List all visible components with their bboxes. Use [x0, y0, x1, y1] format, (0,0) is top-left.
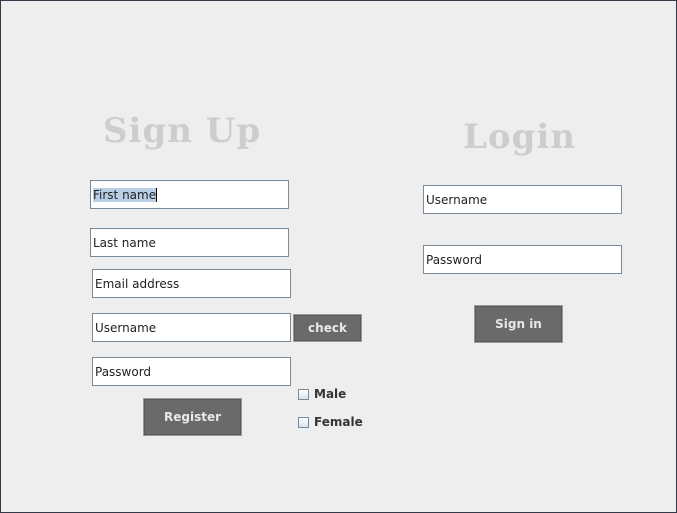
first-name-input[interactable]: First name	[90, 180, 289, 209]
check-username-button[interactable]: check	[293, 314, 362, 342]
text-caret	[156, 187, 158, 202]
email-input[interactable]: Email address	[92, 269, 291, 298]
signup-title: Sign Up	[103, 111, 262, 151]
login-password-input[interactable]: Password	[423, 245, 622, 274]
male-label: Male	[314, 387, 347, 401]
login-username-input[interactable]: Username	[423, 185, 622, 214]
male-checkbox[interactable]: Male	[298, 387, 346, 401]
signup-username-input[interactable]: Username	[92, 313, 291, 342]
login-title: Login	[463, 117, 576, 157]
male-checkbox-box[interactable]	[298, 388, 309, 400]
sign-in-button[interactable]: Sign in	[474, 305, 563, 343]
main-window: Sign Up First name Last name Email addre…	[0, 0, 677, 513]
register-button[interactable]: Register	[143, 398, 242, 436]
female-checkbox[interactable]: Female	[298, 415, 363, 429]
female-label: Female	[314, 415, 363, 429]
first-name-text: First name	[93, 187, 157, 202]
signup-password-input[interactable]: Password	[92, 357, 291, 386]
last-name-input[interactable]: Last name	[90, 228, 289, 257]
female-checkbox-box[interactable]	[298, 416, 309, 428]
